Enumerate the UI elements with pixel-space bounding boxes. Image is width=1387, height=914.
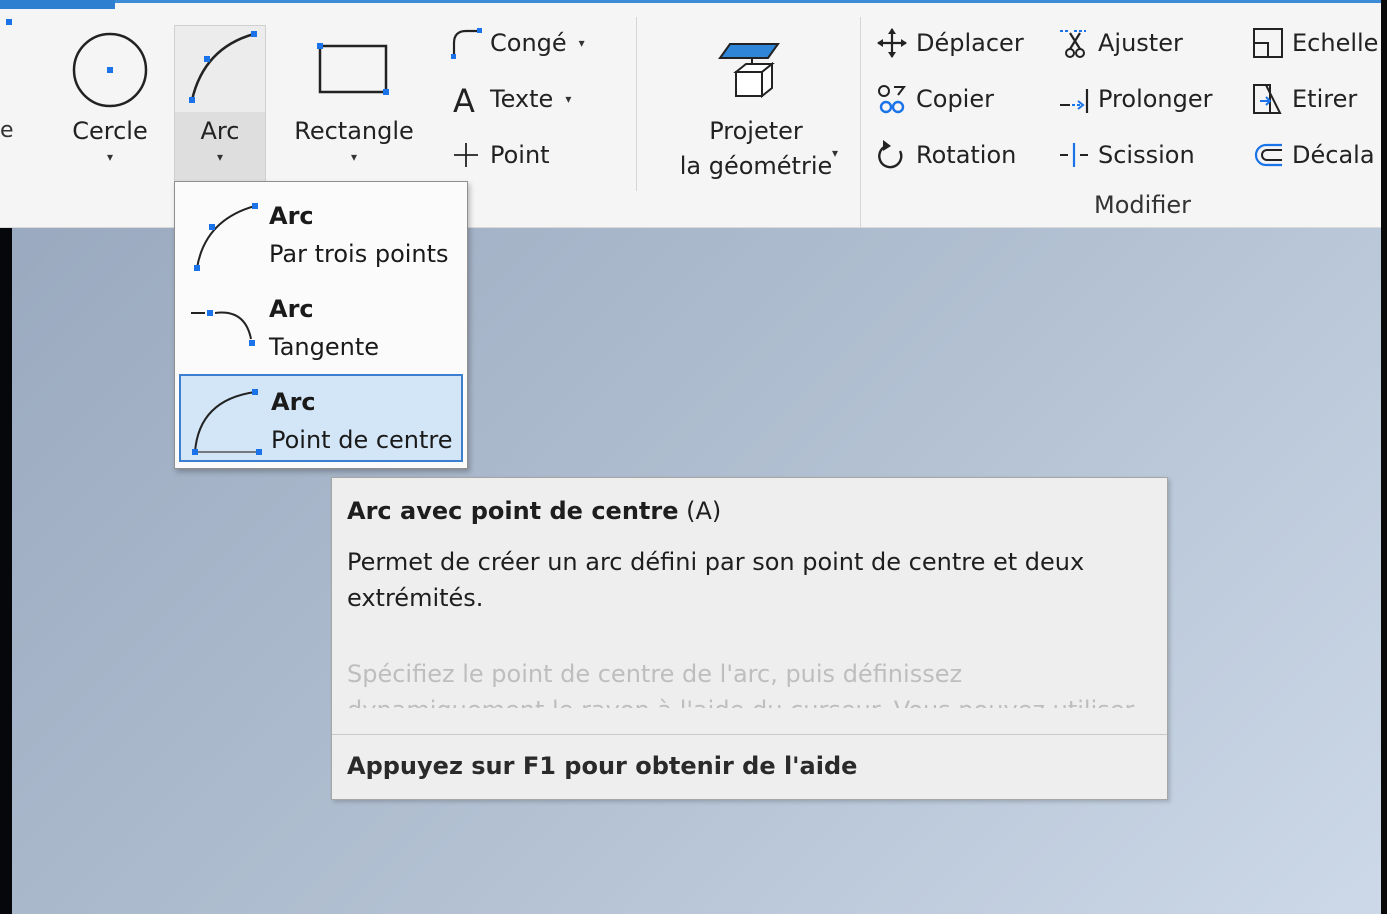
split-button[interactable]: Scission bbox=[1056, 133, 1195, 177]
trim-label: Ajuster bbox=[1098, 29, 1183, 57]
active-tab-indicator bbox=[0, 0, 115, 9]
tooltip-extended-text: Spécifiez le point de centre de l'arc, p… bbox=[347, 660, 1134, 708]
menu-item-title: Arc bbox=[269, 202, 314, 230]
stretch-icon bbox=[1250, 81, 1286, 117]
modify-group-label: Modifier bbox=[1094, 191, 1192, 219]
menu-item-title: Arc bbox=[269, 295, 314, 323]
circle-button[interactable]: Cercle ▾ bbox=[62, 18, 158, 188]
rotate-label: Rotation bbox=[916, 141, 1017, 169]
move-icon bbox=[874, 25, 910, 61]
tooltip-shortcut: (A) bbox=[678, 497, 722, 525]
copy-label: Copier bbox=[916, 85, 994, 113]
scale-label: Echelle bbox=[1292, 29, 1379, 57]
circle-button-label: Cercle bbox=[72, 117, 148, 145]
scale-icon bbox=[1250, 25, 1286, 61]
copy-button[interactable]: Copier bbox=[874, 77, 994, 121]
text-icon: A bbox=[448, 81, 484, 117]
ribbon-separator bbox=[636, 17, 637, 191]
point-label: Point bbox=[490, 141, 550, 169]
accent-line bbox=[0, 0, 1387, 3]
move-label: Déplacer bbox=[916, 29, 1024, 57]
project-geometry-label-2: la géométrie bbox=[679, 152, 833, 180]
chevron-down-icon: ▾ bbox=[832, 146, 839, 160]
ribbon-separator bbox=[860, 17, 861, 227]
tooltip-description: Permet de créer un arc défini par son po… bbox=[347, 548, 1085, 612]
arc-center-point-icon bbox=[192, 389, 262, 455]
app-window: e Cercle ▾ Arc ▾ Rectangle ▾ Congé ▾ A T… bbox=[0, 0, 1387, 914]
left-edge-strip bbox=[0, 228, 12, 914]
stretch-button[interactable]: Etirer bbox=[1250, 77, 1357, 121]
project-geometry-button[interactable]: Projeter la géométrie ▾ bbox=[668, 18, 844, 188]
right-edge-strip bbox=[1381, 0, 1387, 914]
tooltip-help-hint: Appuyez sur F1 pour obtenir de l'aide bbox=[347, 752, 858, 780]
stretch-label: Etirer bbox=[1292, 85, 1358, 113]
chevron-down-icon[interactable]: ▾ bbox=[565, 92, 571, 106]
fillet-button[interactable]: Congé ▾ bbox=[448, 21, 585, 65]
chevron-down-icon[interactable]: ▾ bbox=[579, 36, 585, 50]
clipped-icon bbox=[6, 19, 12, 25]
split-icon bbox=[1056, 137, 1092, 173]
rectangle-button-label: Rectangle bbox=[294, 117, 414, 145]
tooltip-divider bbox=[332, 734, 1167, 735]
rotate-icon bbox=[874, 137, 910, 173]
arc-button-label: Arc bbox=[200, 117, 240, 145]
circle-icon bbox=[72, 32, 148, 108]
trim-button[interactable]: Ajuster bbox=[1056, 21, 1183, 65]
split-label: Scission bbox=[1098, 141, 1195, 169]
clipped-button-label: e bbox=[0, 118, 14, 143]
chevron-down-icon: ▾ bbox=[350, 150, 358, 164]
offset-icon bbox=[1250, 137, 1286, 173]
menu-item-subtitle: Point de centre bbox=[271, 426, 453, 454]
text-label: Texte bbox=[490, 85, 554, 113]
command-tooltip: Arc avec point de centre (A) Permet de c… bbox=[331, 477, 1168, 800]
rectangle-button[interactable]: Rectangle ▾ bbox=[288, 18, 420, 188]
move-button[interactable]: Déplacer bbox=[874, 21, 1024, 65]
point-button[interactable]: Point bbox=[448, 133, 550, 177]
tooltip-title: Arc avec point de centre (A) bbox=[347, 497, 721, 525]
chevron-down-icon: ▾ bbox=[106, 150, 114, 164]
rectangle-icon bbox=[317, 43, 389, 95]
menu-item-arc-three-points[interactable]: Arc Par trois points bbox=[179, 188, 463, 276]
arc-tangent-icon bbox=[191, 310, 255, 346]
menu-item-subtitle: Tangente bbox=[269, 333, 379, 361]
extend-button[interactable]: Prolonger bbox=[1056, 77, 1213, 121]
menu-item-arc-tangent[interactable]: Arc Tangente bbox=[179, 281, 463, 369]
chevron-down-icon: ▾ bbox=[216, 150, 224, 164]
extend-label: Prolonger bbox=[1098, 85, 1213, 113]
extend-icon bbox=[1056, 81, 1092, 117]
text-button[interactable]: A Texte ▾ bbox=[448, 77, 571, 121]
arc-three-points-icon bbox=[194, 203, 258, 271]
arc-icon bbox=[189, 31, 257, 103]
menu-item-arc-center-point[interactable]: Arc Point de centre bbox=[179, 374, 463, 462]
project-geometry-label-1: Projeter bbox=[709, 117, 803, 145]
offset-button[interactable]: Décala bbox=[1250, 133, 1375, 177]
offset-label: Décala bbox=[1292, 141, 1375, 169]
project-geometry-icon bbox=[718, 43, 780, 99]
arc-button[interactable]: Arc ▾ bbox=[174, 18, 266, 188]
title-strip bbox=[0, 0, 1387, 9]
scale-button[interactable]: Echelle bbox=[1250, 21, 1378, 65]
fillet-label: Congé bbox=[490, 29, 567, 57]
svg-text:A: A bbox=[453, 82, 475, 117]
menu-item-subtitle: Par trois points bbox=[269, 240, 449, 268]
arc-dropdown-menu: Arc Par trois points Arc Tangente Arc Po… bbox=[174, 181, 468, 469]
fillet-icon bbox=[448, 25, 484, 61]
trim-icon bbox=[1056, 25, 1092, 61]
rotate-button[interactable]: Rotation bbox=[874, 133, 1016, 177]
copy-icon bbox=[874, 81, 910, 117]
tooltip-title-text: Arc avec point de centre bbox=[347, 497, 679, 525]
point-icon bbox=[448, 137, 484, 173]
menu-item-title: Arc bbox=[271, 388, 316, 416]
